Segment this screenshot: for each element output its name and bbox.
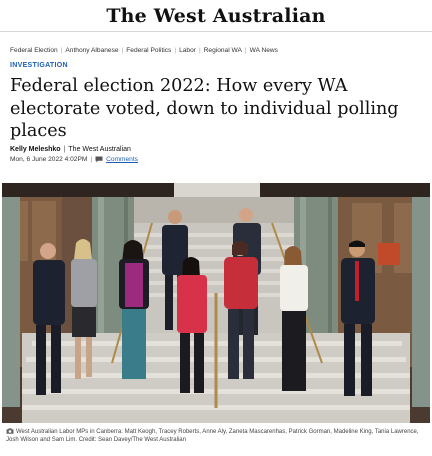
tag-separator: | xyxy=(244,47,247,54)
publish-date: Mon, 6 June 2022 4:02PM xyxy=(10,156,88,163)
byline: Kelly Meleshko | The West Australian xyxy=(10,146,131,153)
image-caption: West Australian Labor MPs in Canberra: M… xyxy=(6,428,426,444)
tag-separator: | xyxy=(60,47,63,54)
article-hero-image[interactable] xyxy=(2,183,430,423)
tag-separator: | xyxy=(121,47,124,54)
tag-federal-politics[interactable]: Federal Politics xyxy=(126,47,171,54)
article-headline: Federal election 2022: How every WA elec… xyxy=(10,76,399,141)
topic-tags: Federal Election | Anthony Albanese | Fe… xyxy=(10,47,278,54)
dateline-separator: | xyxy=(90,156,93,163)
article-category[interactable]: INVESTIGATION xyxy=(10,62,68,69)
masthead: The West Australian xyxy=(0,0,432,32)
comment-icon xyxy=(95,156,103,163)
tag-federal-election[interactable]: Federal Election xyxy=(10,47,58,54)
image-caption-text: West Australian Labor MPs in Canberra: M… xyxy=(6,429,419,443)
tag-wa-news[interactable]: WA News xyxy=(250,47,278,54)
byline-separator: | xyxy=(63,146,66,153)
tag-labor[interactable]: Labor xyxy=(179,47,196,54)
tag-regional-wa[interactable]: Regional WA xyxy=(204,47,242,54)
comments-link[interactable]: Comments xyxy=(106,156,138,163)
site-logo[interactable]: The West Australian xyxy=(106,5,325,27)
dateline: Mon, 6 June 2022 4:02PM | Comments xyxy=(10,156,138,163)
publication-name: The West Australian xyxy=(68,146,131,153)
tag-separator: | xyxy=(174,47,177,54)
tag-separator: | xyxy=(198,47,201,54)
camera-icon xyxy=(6,428,14,434)
group-photo-illustration xyxy=(2,183,430,423)
author-name[interactable]: Kelly Meleshko xyxy=(10,146,61,153)
tag-anthony-albanese[interactable]: Anthony Albanese xyxy=(65,47,118,54)
